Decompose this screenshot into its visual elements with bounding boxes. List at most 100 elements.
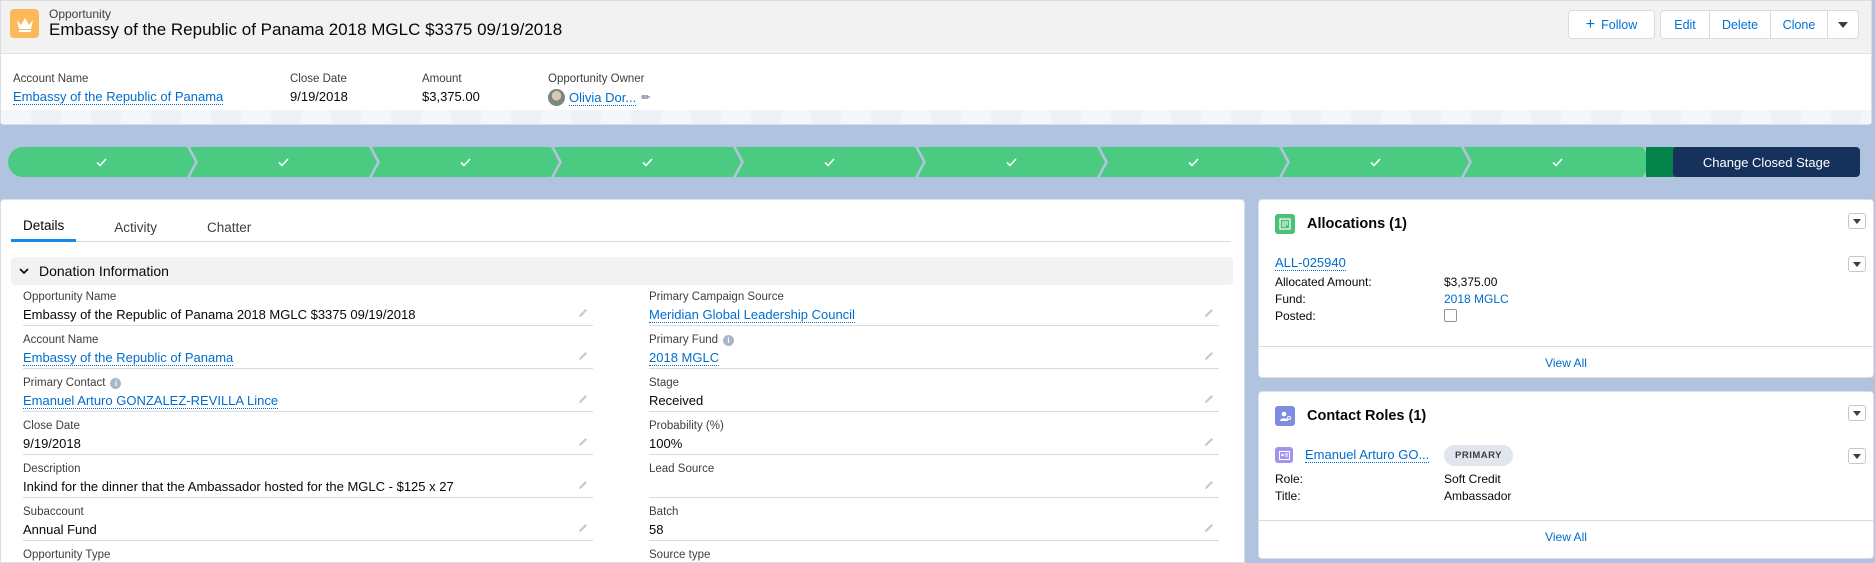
path-step-completed[interactable] (736, 147, 923, 177)
role-label: Role: (1275, 472, 1304, 486)
field-label-text: Primary Campaign Source (649, 291, 784, 303)
tab-chatter[interactable]: Chatter (195, 212, 263, 242)
field-label: Primary Campaign Source (649, 290, 1219, 304)
account-name-link[interactable]: Embassy of the Republic of Panama (13, 89, 224, 105)
check-icon (824, 155, 835, 170)
clone-button[interactable]: Clone (1770, 10, 1828, 39)
highlight-label: Amount (422, 73, 462, 85)
owner-link[interactable]: Olivia Dor... (569, 90, 637, 106)
change-closed-stage-button[interactable]: Change Closed Stage (1673, 147, 1860, 177)
edit-pencil-icon[interactable] (1203, 436, 1217, 450)
contact-role-link[interactable]: Emanuel Arturo GO... (1305, 447, 1430, 463)
field-opportunity-name: Opportunity Name Embassy of the Republic … (23, 290, 593, 326)
contact-role-row-menu-button[interactable] (1848, 448, 1866, 464)
fund-link[interactable]: 2018 MGLC (1444, 292, 1509, 306)
chevron-down-icon (1853, 261, 1861, 267)
field-value-link[interactable]: Emanuel Arturo GONZALEZ-REVILLA Lince (23, 393, 279, 409)
field-primary-fund: Primary Fund i 2018 MGLC (649, 333, 1219, 369)
edit-pencil-icon[interactable] (577, 350, 591, 364)
field-primary-campaign-source: Primary Campaign Source Meridian Global L… (649, 290, 1219, 326)
edit-pencil-icon[interactable] (577, 307, 591, 321)
field-value-link[interactable]: Embassy of the Republic of Panama (23, 350, 234, 366)
field-label-text: Primary Contact (23, 377, 106, 389)
edit-pencil-icon[interactable] (577, 522, 591, 536)
allocations-card: Allocations (1) ALL-025940 Allocated Amo… (1258, 199, 1874, 378)
title-value: Ambassador (1444, 489, 1512, 503)
field-primary-contact: Primary Contact i Emanuel Arturo GONZALEZ-… (23, 376, 593, 412)
allocation-row-menu-button[interactable] (1848, 256, 1866, 272)
allocations-icon (1275, 214, 1295, 234)
role-value: Soft Credit (1444, 472, 1501, 486)
chevron-down-icon (1853, 410, 1861, 416)
path-step-completed[interactable] (554, 147, 741, 177)
field-label: Description (23, 462, 593, 476)
field-description: Description Inkind for the dinner that th… (23, 462, 593, 498)
section-donation-information[interactable]: Donation Information (11, 257, 1233, 285)
chevron-down-icon (1853, 218, 1861, 224)
check-icon (1006, 155, 1017, 170)
field-value: Embassy of the Republic of Panama 2018 M… (23, 307, 416, 322)
header-pattern (1, 110, 1871, 124)
tab-details[interactable]: Details (11, 212, 77, 242)
info-icon[interactable]: i (110, 377, 122, 389)
chevron-down-icon (19, 267, 29, 274)
edit-pencil-icon[interactable] (1203, 307, 1217, 321)
field-label-text: Probability (%) (649, 420, 724, 432)
plus-icon: + (1585, 15, 1596, 33)
field-value: Inkind for the dinner that the Ambassado… (23, 479, 454, 494)
change-owner-icon[interactable]: ✏ (641, 91, 650, 104)
field-label: Opportunity Name (23, 290, 593, 304)
tab-activity[interactable]: Activity (102, 212, 169, 242)
field-label: Opportunity Type (23, 548, 593, 562)
check-icon (96, 155, 107, 170)
edit-pencil-icon[interactable] (577, 436, 591, 450)
delete-button[interactable]: Delete (1709, 10, 1771, 39)
edit-pencil-icon[interactable] (577, 393, 591, 407)
field-label-text: Subaccount (23, 506, 84, 518)
posted-label: Posted: (1275, 309, 1316, 323)
field-label: Subaccount (23, 505, 593, 519)
field-account-name: Account Name Embassy of the Republic of P… (23, 333, 593, 369)
highlight-label: Opportunity Owner (548, 73, 645, 85)
field-label: Primary Fund i (649, 333, 1219, 347)
chevron-down-icon (1853, 453, 1861, 459)
allocations-view-all[interactable]: View All (1259, 346, 1873, 378)
field-label: Batch (649, 505, 1219, 519)
field-value-link[interactable]: 2018 MGLC (649, 350, 720, 366)
path-step-completed[interactable] (1282, 147, 1469, 177)
allocations-menu-button[interactable] (1848, 213, 1866, 229)
path-step-completed[interactable] (372, 147, 559, 177)
path-step-completed[interactable] (918, 147, 1105, 177)
edit-pencil-icon[interactable] (1203, 522, 1217, 536)
field-value: Annual Fund (23, 522, 97, 537)
follow-button[interactable]: + Follow (1568, 10, 1655, 39)
path-step-completed[interactable] (190, 147, 377, 177)
path-step-completed[interactable] (1100, 147, 1287, 177)
edit-pencil-icon[interactable] (1203, 479, 1217, 493)
highlight-amount: Amount $3,375.00 (422, 73, 480, 104)
edit-pencil-icon[interactable] (577, 479, 591, 493)
info-icon[interactable]: i (723, 334, 735, 346)
field-batch: Batch 58 (649, 505, 1219, 541)
contact-roles-title[interactable]: Contact Roles (1) (1307, 408, 1426, 424)
field-label-text: Opportunity Name (23, 291, 117, 303)
edit-pencil-icon[interactable] (1203, 393, 1217, 407)
amount-value: $3,375.00 (422, 89, 480, 104)
allocated-amount-label: Allocated Amount: (1275, 275, 1372, 289)
edit-button[interactable]: Edit (1660, 10, 1710, 39)
allocations-title[interactable]: Allocations (1) (1307, 216, 1407, 232)
more-actions-button[interactable] (1827, 10, 1859, 39)
contact-roles-menu-button[interactable] (1848, 405, 1866, 421)
highlight-label: Account Name (13, 73, 89, 85)
path-step-completed[interactable] (8, 147, 195, 177)
check-icon (642, 155, 653, 170)
contact-roles-view-all[interactable]: View All (1259, 520, 1873, 552)
allocations-header: Allocations (1) (1275, 214, 1407, 234)
edit-pencil-icon[interactable] (1203, 350, 1217, 364)
field-source-type: Source type (649, 548, 1219, 563)
check-icon (278, 155, 289, 170)
path-step-completed[interactable] (1464, 147, 1651, 177)
allocation-record-link[interactable]: ALL-025940 (1275, 255, 1346, 271)
field-label-text: Stage (649, 377, 680, 389)
field-value-link[interactable]: Meridian Global Leadership Council (649, 307, 855, 323)
